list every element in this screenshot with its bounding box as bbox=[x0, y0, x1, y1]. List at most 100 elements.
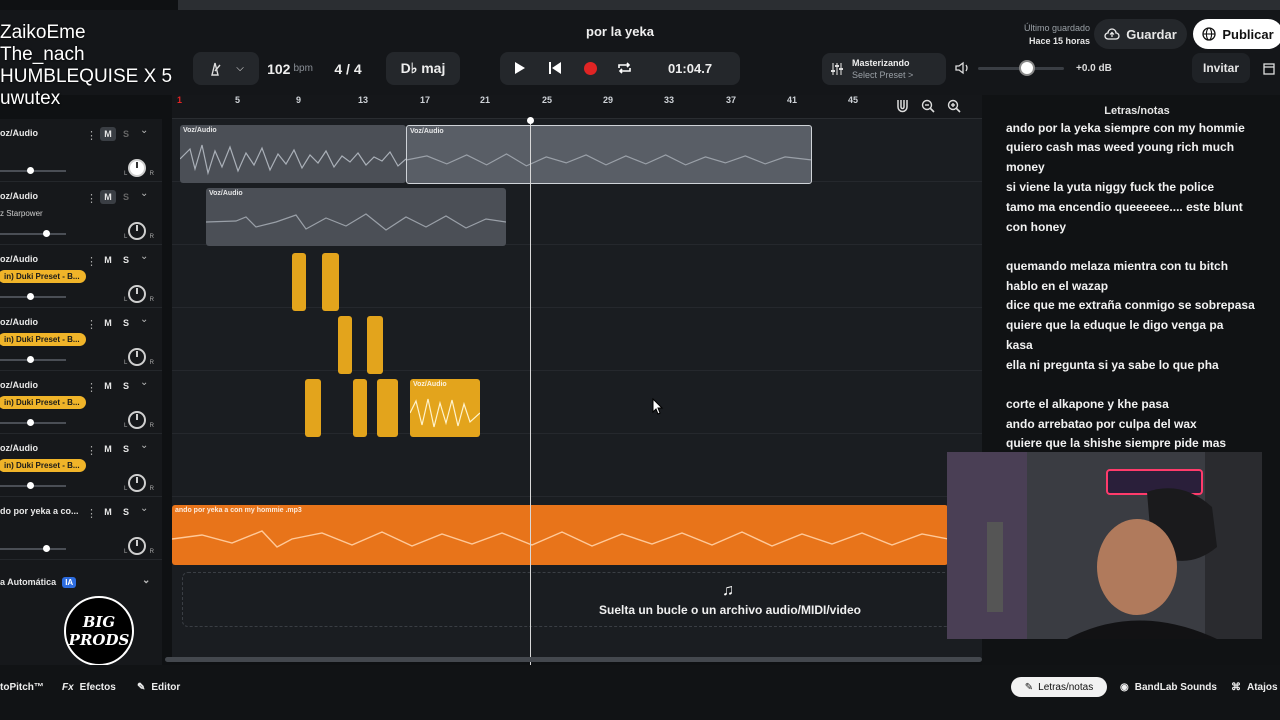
chevron-down-icon[interactable]: ⌄ bbox=[140, 251, 148, 262]
metronome-button[interactable]: ⌵ bbox=[193, 52, 259, 85]
more-options-icon[interactable]: ⋮ bbox=[86, 444, 97, 457]
track-name[interactable]: oz/Audio bbox=[0, 191, 38, 201]
track-volume-slider[interactable] bbox=[0, 545, 66, 552]
chevron-down-icon[interactable]: ⌄ bbox=[140, 440, 148, 451]
audio-clip[interactable] bbox=[338, 316, 352, 374]
chevron-down-icon[interactable]: ⌄ bbox=[140, 503, 148, 514]
lyrics-line[interactable]: ando arrebatao por culpa del wax bbox=[1006, 417, 1197, 431]
track-lane[interactable] bbox=[172, 308, 982, 371]
autopitch-button[interactable]: toPitch™ bbox=[0, 682, 44, 693]
track-name[interactable]: oz/Audio bbox=[0, 317, 38, 327]
drop-zone[interactable] bbox=[182, 572, 962, 627]
playhead-line[interactable] bbox=[530, 119, 531, 666]
track-volume-slider[interactable] bbox=[0, 356, 66, 363]
lyrics-line[interactable]: quiere que la shishe siempre pide mas bbox=[1006, 436, 1226, 450]
more-options-icon[interactable]: ⋮ bbox=[86, 192, 97, 205]
editor-button[interactable]: ✎ Editor bbox=[137, 682, 180, 693]
audio-clip[interactable] bbox=[305, 379, 321, 437]
shortcuts-button[interactable]: ⌘ Atajos bbox=[1231, 682, 1278, 693]
track-preset-badge[interactable]: in) Duki Preset - B... bbox=[0, 396, 86, 409]
mute-button[interactable]: M bbox=[100, 379, 116, 393]
track-preset-badge[interactable]: in) Duki Preset - B... bbox=[0, 333, 86, 346]
project-title[interactable]: por la yeka bbox=[560, 24, 680, 39]
play-button[interactable] bbox=[510, 58, 530, 78]
track-volume-slider[interactable] bbox=[0, 482, 66, 489]
audio-clip-selected[interactable]: Voz/Audio bbox=[406, 125, 812, 184]
chevron-down-icon[interactable]: ⌄ bbox=[140, 125, 148, 136]
track-name[interactable]: oz/Audio bbox=[0, 443, 38, 453]
key-selector[interactable]: D♭ maj bbox=[386, 52, 460, 85]
lyrics-line[interactable]: quiero cash mas weed young rich much bbox=[1006, 140, 1234, 154]
track-volume-slider[interactable] bbox=[0, 167, 66, 174]
lyrics-line[interactable]: ella ni pregunta si ya sabe lo que pha bbox=[1006, 358, 1219, 372]
lyrics-line[interactable]: ando por la yeka siempre con my hommie bbox=[1006, 121, 1245, 135]
magnet-icon[interactable] bbox=[896, 99, 909, 113]
track-header[interactable]: oz/Audio z Starpower ⋮ M S ⌄ LR bbox=[0, 182, 162, 245]
solo-button[interactable]: S bbox=[119, 379, 133, 393]
bandlab-sounds-button[interactable]: ◉ BandLab Sounds bbox=[1120, 682, 1217, 693]
solo-button[interactable]: S bbox=[119, 505, 133, 519]
mute-button[interactable]: M bbox=[100, 442, 116, 456]
effects-button[interactable]: Fx Efectos bbox=[62, 682, 116, 693]
track-header[interactable]: do por yeka a co... ⋮ M S ⌄ LR bbox=[0, 497, 162, 560]
track-name[interactable]: oz/Audio bbox=[0, 254, 38, 264]
zoom-out-icon[interactable] bbox=[921, 99, 935, 113]
lyrics-line[interactable]: hablo en el wazap bbox=[1006, 279, 1108, 293]
audio-clip[interactable]: Voz/Audio bbox=[206, 188, 506, 246]
solo-button[interactable]: S bbox=[119, 190, 133, 204]
track-header[interactable]: oz/Audio in) Duki Preset - B... ⋮ M S ⌄ … bbox=[0, 434, 162, 497]
mute-button[interactable]: M bbox=[100, 190, 116, 204]
mute-button[interactable]: M bbox=[100, 505, 116, 519]
volume-handle[interactable] bbox=[27, 167, 34, 174]
volume-handle[interactable] bbox=[27, 419, 34, 426]
loop-button[interactable] bbox=[614, 58, 634, 78]
lyrics-line[interactable]: con honey bbox=[1006, 220, 1066, 234]
time-signature[interactable]: 4 / 4 bbox=[325, 52, 371, 85]
audio-clip[interactable]: Voz/Audio bbox=[410, 379, 480, 437]
playhead-handle[interactable] bbox=[527, 117, 534, 124]
chevron-down-icon[interactable]: ⌄ bbox=[140, 377, 148, 388]
solo-button[interactable]: S bbox=[119, 253, 133, 267]
audio-clip[interactable] bbox=[292, 253, 306, 311]
lyrics-line[interactable]: money bbox=[1006, 160, 1045, 174]
tempo-control[interactable]: 102 bpm bbox=[260, 52, 320, 85]
track-preset-badge[interactable]: in) Duki Preset - B... bbox=[0, 270, 86, 283]
track-name[interactable]: oz/Audio bbox=[0, 128, 38, 138]
solo-button[interactable]: S bbox=[119, 442, 133, 456]
volume-handle[interactable] bbox=[27, 293, 34, 300]
lyrics-line[interactable]: tamo ma encendio queeeeee.... este blunt bbox=[1006, 200, 1243, 214]
lyrics-line[interactable]: quemando melaza mientra con tu bitch bbox=[1006, 259, 1228, 273]
chevron-down-icon[interactable]: ⌄ bbox=[140, 188, 148, 199]
more-options-icon[interactable]: ⋮ bbox=[86, 255, 97, 268]
auto-track-row[interactable]: a Automática IA ⌄ bbox=[0, 575, 162, 597]
volume-handle[interactable] bbox=[43, 230, 50, 237]
track-name[interactable]: oz/Audio bbox=[0, 380, 38, 390]
lyrics-line[interactable]: corte el alkapone y khe pasa bbox=[1006, 397, 1169, 411]
lyrics-line[interactable]: kasa bbox=[1006, 338, 1033, 352]
mute-button[interactable]: M bbox=[100, 253, 116, 267]
master-volume-handle[interactable] bbox=[1019, 60, 1035, 76]
mute-button[interactable]: M bbox=[100, 316, 116, 330]
rewind-button[interactable] bbox=[545, 58, 565, 78]
save-button[interactable]: Guardar bbox=[1094, 19, 1187, 49]
audio-clip[interactable] bbox=[353, 379, 367, 437]
timeline-ruler[interactable]: 1 5 9 13 17 21 25 29 33 37 41 45 bbox=[172, 95, 982, 119]
lyrics-tab[interactable]: ✎ Letras/notas bbox=[1011, 677, 1107, 697]
lyrics-line[interactable]: dice que me extraña conmigo se sobrepasa bbox=[1006, 298, 1255, 312]
chevron-down-icon[interactable]: ⌄ bbox=[140, 314, 148, 325]
track-header[interactable]: oz/Audio in) Duki Preset - B... ⋮ M S ⌄ … bbox=[0, 308, 162, 371]
zoom-in-icon[interactable] bbox=[947, 99, 961, 113]
chevron-down-icon[interactable]: ⌄ bbox=[142, 575, 150, 586]
track-name[interactable]: do por yeka a co... bbox=[0, 506, 79, 516]
mastering-selector[interactable]: Masterizando Select Preset > bbox=[822, 53, 946, 85]
publish-button[interactable]: Publicar bbox=[1193, 19, 1280, 49]
track-header[interactable]: oz/Audio in) Duki Preset - B... ⋮ M S ⌄ … bbox=[0, 245, 162, 308]
speaker-button[interactable] bbox=[954, 60, 972, 76]
lyrics-line[interactable]: si viene la yuta niggy fuck the police bbox=[1006, 180, 1214, 194]
record-button[interactable] bbox=[580, 58, 600, 78]
volume-handle[interactable] bbox=[27, 482, 34, 489]
more-options-icon[interactable]: ⋮ bbox=[86, 129, 97, 142]
audio-clip[interactable]: Voz/Audio bbox=[180, 125, 406, 183]
track-volume-slider[interactable] bbox=[0, 230, 66, 237]
mute-button[interactable]: M bbox=[100, 127, 116, 141]
